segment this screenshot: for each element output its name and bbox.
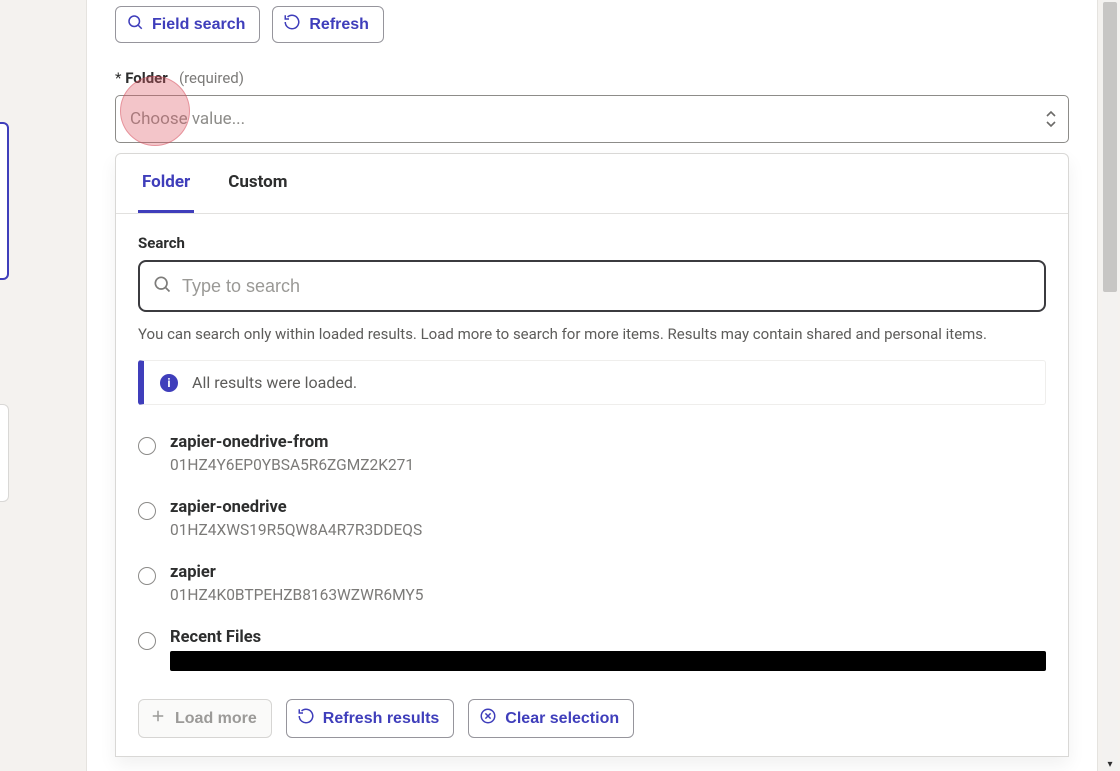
- search-input-wrap[interactable]: [138, 260, 1046, 312]
- tab-folder[interactable]: Folder: [138, 172, 194, 213]
- field-label-row: * Folder (required): [115, 69, 1069, 87]
- list-item[interactable]: zapier-onedrive 01HZ4XWS19R5QW8A4R7R3DDE…: [138, 498, 1046, 539]
- scrollbar-thumb[interactable]: [1103, 2, 1117, 292]
- folder-select-placeholder: Choose value...: [130, 109, 245, 129]
- required-hint: (required): [179, 69, 244, 87]
- chevron-up-down-icon: [1044, 110, 1058, 128]
- field-search-label: Field search: [152, 16, 245, 34]
- left-panel-stub: [0, 404, 9, 502]
- left-panel-stub-active: [0, 122, 9, 280]
- search-label: Search: [138, 234, 1046, 252]
- radio[interactable]: [138, 502, 156, 520]
- folder-select[interactable]: Choose value...: [115, 95, 1069, 143]
- list-item[interactable]: Recent Files: [138, 628, 1046, 671]
- main-panel: Field search Refresh * Folder (required)…: [86, 0, 1098, 771]
- clear-icon: [479, 707, 497, 730]
- load-more-label: Load more: [175, 710, 257, 728]
- refresh-results-label: Refresh results: [323, 710, 440, 728]
- plus-icon: [149, 707, 167, 730]
- refresh-results-button[interactable]: Refresh results: [286, 699, 455, 738]
- radio[interactable]: [138, 567, 156, 585]
- redacted-bar: [170, 651, 1046, 671]
- tab-custom[interactable]: Custom: [224, 172, 291, 213]
- option-title: zapier: [170, 563, 1046, 582]
- option-subtitle: 01HZ4Y6EP0YBSA5R6ZGMZ2K271: [170, 456, 1046, 474]
- option-subtitle: 01HZ4XWS19R5QW8A4R7R3DDEQS: [170, 521, 1046, 539]
- folder-dropdown-panel: Folder Custom Search You can search only…: [115, 153, 1069, 757]
- option-title: zapier-onedrive: [170, 498, 1046, 517]
- refresh-label: Refresh: [309, 16, 369, 34]
- dropdown-footer: Load more Refresh results: [138, 699, 1046, 738]
- refresh-icon: [297, 707, 315, 730]
- options-list: zapier-onedrive-from 01HZ4Y6EP0YBSA5R6ZG…: [138, 433, 1046, 671]
- option-title: zapier-onedrive-from: [170, 433, 1046, 452]
- option-subtitle: 01HZ4K0BTPEHZB8163WZWR6MY5: [170, 586, 1046, 604]
- left-gutter: [0, 0, 12, 771]
- info-icon: i: [160, 374, 178, 392]
- search-icon: [126, 13, 144, 36]
- field-label: Folder: [125, 69, 168, 87]
- field-search-button[interactable]: Field search: [115, 6, 260, 43]
- radio[interactable]: [138, 632, 156, 650]
- clear-selection-button[interactable]: Clear selection: [468, 699, 634, 738]
- search-hint: You can search only within loaded result…: [138, 324, 1046, 344]
- list-item[interactable]: zapier-onedrive-from 01HZ4Y6EP0YBSA5R6ZG…: [138, 433, 1046, 474]
- dropdown-tabs: Folder Custom: [116, 154, 1068, 214]
- list-item[interactable]: zapier 01HZ4K0BTPEHZB8163WZWR6MY5: [138, 563, 1046, 604]
- clear-selection-label: Clear selection: [505, 710, 619, 728]
- refresh-button[interactable]: Refresh: [272, 6, 384, 43]
- info-text: All results were loaded.: [192, 373, 357, 392]
- search-input[interactable]: [182, 276, 1032, 297]
- search-icon: [152, 274, 172, 298]
- info-banner: i All results were loaded.: [138, 360, 1046, 405]
- radio[interactable]: [138, 437, 156, 455]
- required-asterisk: *: [115, 69, 121, 87]
- scrollbar-down-arrow[interactable]: ▾: [1103, 757, 1117, 771]
- option-title: Recent Files: [170, 628, 1046, 647]
- load-more-button: Load more: [138, 699, 272, 738]
- refresh-icon: [283, 13, 301, 36]
- toolbar: Field search Refresh: [115, 6, 1069, 43]
